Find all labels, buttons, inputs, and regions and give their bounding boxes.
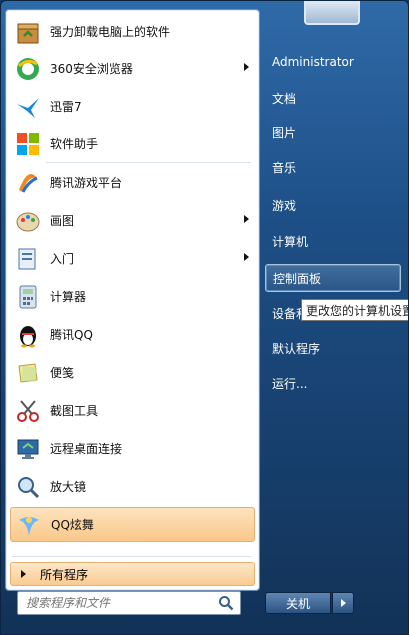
program-item[interactable]: 放大镜 <box>10 469 255 504</box>
triangle-right-icon <box>21 570 26 578</box>
program-item[interactable]: 360安全浏览器 <box>10 51 255 86</box>
program-label: 便笺 <box>50 366 75 380</box>
start-menu: 强力卸载电脑上的软件 360安全浏览器 迅雷7 软件助手腾讯游戏平台 画图入门计算器腾讯… <box>0 0 409 635</box>
360-browser-icon <box>13 54 43 84</box>
right-item-label: 游戏 <box>272 198 297 213</box>
tooltip: 更改您的计算机设置 <box>301 299 409 321</box>
program-label: 放大镜 <box>50 480 87 494</box>
right-item[interactable]: Administrator <box>265 48 401 76</box>
right-item[interactable]: 音乐 <box>265 153 401 181</box>
tencent-game-icon <box>13 168 43 198</box>
calculator-icon <box>13 282 43 312</box>
program-item[interactable]: 软件助手 <box>10 126 255 161</box>
chevron-right-icon <box>340 599 346 607</box>
thunder-bird-icon <box>13 92 43 122</box>
remote-desktop-icon <box>13 434 43 464</box>
submenu-arrow-icon <box>244 63 249 71</box>
all-programs-label: 所有程序 <box>40 567 89 582</box>
program-item[interactable]: 便笺 <box>10 355 255 390</box>
right-item[interactable]: 控制面板 <box>265 264 401 292</box>
right-item[interactable]: 文档 <box>265 84 401 112</box>
paint-palette-icon <box>13 206 43 236</box>
right-item-label: 计算机 <box>272 234 309 249</box>
right-item[interactable]: 游戏 <box>265 191 401 219</box>
right-item[interactable]: 运行... <box>265 369 401 397</box>
uninstall-box-icon <box>13 17 43 47</box>
program-label: 迅雷7 <box>50 100 82 114</box>
program-item[interactable]: 强力卸载电脑上的软件 <box>10 14 255 49</box>
software-assistant-icon <box>13 129 43 159</box>
divider <box>46 162 251 163</box>
user-picture[interactable] <box>304 1 360 25</box>
program-item[interactable]: 远程桌面连接 <box>10 431 255 466</box>
qq-dance-icon <box>14 510 44 540</box>
right-item-label: 图片 <box>272 125 297 140</box>
getting-started-icon <box>13 244 43 274</box>
magnifier-icon <box>13 472 43 502</box>
shutdown-options-button[interactable] <box>332 592 354 614</box>
program-label: 截图工具 <box>50 404 99 418</box>
search-input[interactable] <box>18 596 218 610</box>
right-item-label: 控制面板 <box>273 271 322 286</box>
right-item-label: 文档 <box>272 91 297 106</box>
shutdown-label: 关机 <box>285 596 310 611</box>
program-label: 远程桌面连接 <box>50 442 123 456</box>
program-label: 软件助手 <box>50 137 99 151</box>
right-item[interactable]: 默认程序 <box>265 334 401 362</box>
right-item-label: 默认程序 <box>272 341 321 356</box>
program-item[interactable]: 腾讯游戏平台 <box>10 165 255 200</box>
program-label: 360安全浏览器 <box>50 62 133 76</box>
tooltip-text: 更改您的计算机设置 <box>306 303 409 318</box>
right-item[interactable]: 图片 <box>265 118 401 146</box>
program-item[interactable]: 计算器 <box>10 279 255 314</box>
programs-pane: 强力卸载电脑上的软件 360安全浏览器 迅雷7 软件助手腾讯游戏平台 画图入门计算器腾讯… <box>5 9 260 591</box>
program-label: 腾讯游戏平台 <box>50 176 123 190</box>
program-label: 强力卸载电脑上的软件 <box>50 25 171 39</box>
program-label: QQ炫舞 <box>51 518 94 532</box>
qq-penguin-icon <box>13 320 43 350</box>
program-item[interactable]: 画图 <box>10 203 255 238</box>
submenu-arrow-icon <box>244 215 249 223</box>
divider <box>12 556 251 557</box>
program-label: 计算器 <box>50 290 87 304</box>
submenu-arrow-icon <box>244 253 249 261</box>
scissors-icon <box>13 396 43 426</box>
shutdown-button[interactable]: 关机 <box>265 592 331 614</box>
search-icon[interactable] <box>218 595 234 611</box>
program-item[interactable]: 入门 <box>10 241 255 276</box>
right-item-label: 音乐 <box>272 160 297 175</box>
program-item[interactable]: 截图工具 <box>10 393 255 428</box>
right-item-label: Administrator <box>272 55 354 69</box>
sticky-notes-icon <box>13 358 43 388</box>
program-label: 画图 <box>50 214 75 228</box>
all-programs-button[interactable]: 所有程序 <box>10 562 255 586</box>
program-item[interactable]: QQ炫舞 <box>10 507 255 542</box>
right-item[interactable]: 计算机 <box>265 227 401 255</box>
program-item[interactable]: 腾讯QQ <box>10 317 255 352</box>
program-label: 腾讯QQ <box>50 328 93 342</box>
right-item-label: 运行... <box>272 376 308 391</box>
program-label: 入门 <box>50 252 75 266</box>
search-box[interactable] <box>17 591 241 615</box>
program-item[interactable]: 迅雷7 <box>10 89 255 124</box>
